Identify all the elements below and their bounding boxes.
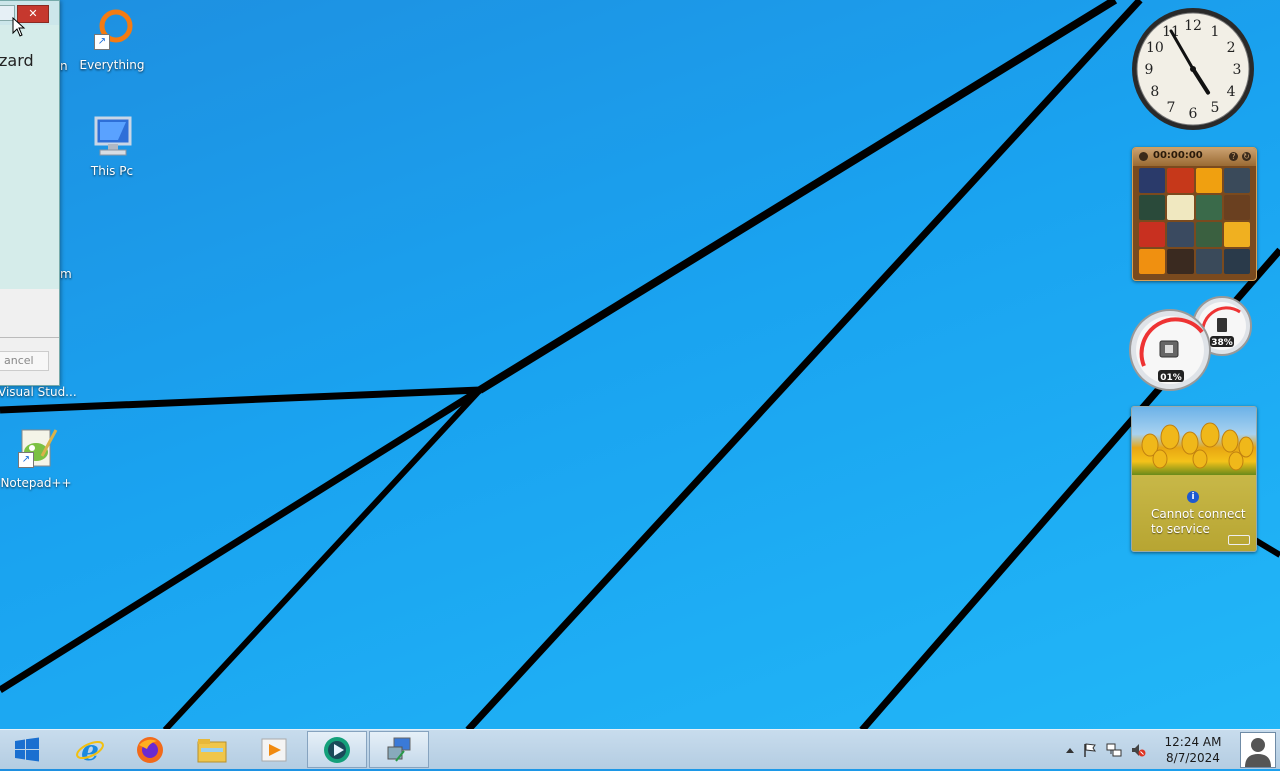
weather-options-icon[interactable] [1228, 535, 1250, 545]
taskbar-clock[interactable]: 12:24 AM 8/7/2024 [1158, 734, 1228, 766]
memory-percent: 38% [1211, 338, 1233, 348]
puzzle-tile[interactable] [1195, 222, 1222, 247]
clock-number: 3 [1233, 62, 1242, 78]
desktop-icon-notepadpp[interactable]: ↗ Notepad++ [0, 426, 74, 490]
network-icon[interactable] [1106, 742, 1122, 758]
info-icon: i [1187, 491, 1199, 503]
puzzle-tile[interactable] [1167, 195, 1194, 220]
notepadpp-icon: ↗ [12, 426, 60, 474]
help-icon[interactable]: ? [1229, 152, 1238, 161]
computer-icon [88, 114, 136, 162]
mouse-cursor-icon [12, 17, 26, 37]
partial-label-2: m [60, 267, 72, 281]
clock-number: 2 [1227, 40, 1236, 56]
partial-label-1: n [60, 59, 68, 73]
puzzle-tile[interactable] [1223, 195, 1250, 220]
svg-text:e: e [81, 735, 99, 765]
clock-number: 5 [1211, 100, 1220, 116]
clock-number: 12 [1184, 18, 1202, 34]
taskbar-media-player[interactable] [244, 731, 304, 768]
app-globe-icon [324, 736, 350, 763]
user-avatar-icon [1245, 738, 1271, 767]
taskbar-file-explorer[interactable] [182, 731, 242, 768]
setup-computer-icon [387, 737, 411, 762]
clock-number: 8 [1150, 84, 1159, 100]
puzzle-tile[interactable] [1139, 168, 1166, 193]
desktop-icon-label: This Pc [90, 164, 134, 178]
cpu-percent: 01% [1160, 373, 1182, 383]
internet-explorer-icon: e [76, 735, 104, 765]
solve-icon[interactable]: ↻ [1242, 152, 1251, 161]
weather-gadget[interactable]: i Cannot connect to service [1131, 406, 1257, 552]
taskbar-firefox[interactable] [120, 731, 180, 768]
volume-muted-icon[interactable] [1130, 742, 1146, 758]
desktop-icon-label: Visual Stud... [0, 385, 77, 399]
puzzle-tile[interactable] [1139, 222, 1166, 247]
tulip-photo [1132, 407, 1256, 475]
show-picture-icon[interactable] [1139, 152, 1148, 161]
puzzle-grid[interactable] [1139, 168, 1250, 274]
taskbar-active-app[interactable] [307, 731, 367, 768]
clock-date: 8/7/2024 [1166, 751, 1220, 765]
start-button[interactable] [0, 731, 54, 768]
window-titlebar[interactable]: ✕ [0, 1, 59, 25]
clock-time: 12:24 AM [1164, 735, 1222, 749]
windows-logo-icon [15, 737, 39, 761]
taskbar: e 12:24 AM 8/7/2024 [0, 729, 1280, 769]
puzzle-tile[interactable] [1195, 195, 1222, 220]
puzzle-tile[interactable] [1223, 168, 1250, 193]
puzzle-header: 00:00:00 ? ↻ [1133, 148, 1256, 166]
puzzle-tile[interactable] [1223, 222, 1250, 247]
puzzle-tile[interactable] [1139, 195, 1166, 220]
clock-number: 4 [1227, 84, 1236, 100]
action-center-flag-icon[interactable] [1082, 742, 1098, 758]
weather-message-panel: i Cannot connect to service [1132, 475, 1256, 551]
desktop-icon-label: Everything [79, 58, 145, 72]
clock-number: 10 [1146, 40, 1164, 56]
puzzle-tile[interactable] [1195, 168, 1222, 193]
puzzle-tile[interactable] [1167, 249, 1194, 274]
puzzle-tile[interactable] [1195, 249, 1222, 274]
divider [0, 337, 59, 338]
puzzle-tile[interactable] [1139, 249, 1166, 274]
cpu-meter-gadget[interactable]: 01% 38% [1128, 296, 1256, 391]
weather-error-text: Cannot connect to service [1151, 507, 1246, 536]
media-player-icon [261, 738, 287, 761]
show-hidden-icons-icon[interactable] [1062, 742, 1078, 758]
wizard-window[interactable]: ✕ zard ancel [0, 0, 60, 386]
puzzle-tile[interactable] [1167, 168, 1194, 193]
taskbar-internet-explorer[interactable]: e [60, 731, 120, 768]
everything-icon: ↗ [88, 8, 136, 56]
clock-gadget[interactable]: 121234567891011 [1130, 6, 1256, 132]
firefox-icon [137, 736, 163, 763]
taskbar-active-window[interactable] [369, 731, 429, 768]
desktop-icon-this-pc[interactable]: This Pc [74, 114, 150, 178]
window-title: zard [0, 51, 34, 70]
clock-number: 6 [1189, 106, 1198, 122]
desktop-icon-label: Notepad++ [0, 476, 72, 490]
clock-number: 1 [1211, 24, 1220, 40]
puzzle-tile[interactable] [1167, 222, 1194, 247]
clock-number: 7 [1167, 100, 1176, 116]
puzzle-timer: 00:00:00 [1153, 150, 1203, 161]
system-tray: 12:24 AM 8/7/2024 [1062, 730, 1232, 769]
picture-puzzle-gadget[interactable]: 00:00:00 ? ↻ [1132, 147, 1257, 281]
desktop-wallpaper [0, 0, 1280, 730]
puzzle-tile[interactable] [1223, 249, 1250, 274]
clock-number: 9 [1145, 62, 1154, 78]
desktop-icon-everything[interactable]: ↗ Everything [74, 8, 150, 72]
cancel-button[interactable]: ancel [0, 351, 49, 371]
user-account-tile[interactable] [1240, 732, 1276, 768]
desktop-icon-visual-studio[interactable]: Visual Stud... [0, 385, 77, 399]
folder-icon [197, 738, 227, 762]
